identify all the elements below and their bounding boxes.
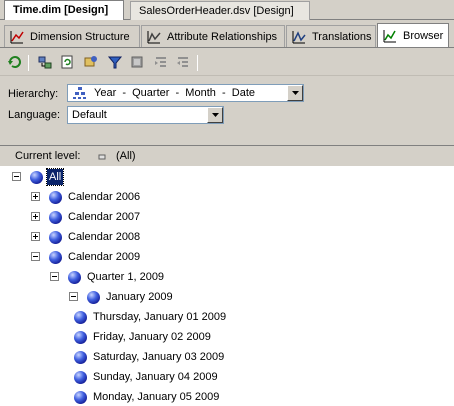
dimension-structure-icon: [9, 29, 25, 45]
tree-node-label[interactable]: Monday, January 05 2009: [91, 389, 221, 405]
translate-icon: [107, 54, 123, 73]
reconnect-icon: [37, 54, 53, 73]
expand-button[interactable]: [152, 54, 170, 72]
language-text: Default: [72, 109, 107, 121]
tree-node[interactable]: Thursday, January 01 2009: [0, 308, 454, 326]
tree-node-label[interactable]: Friday, January 02 2009: [91, 329, 213, 345]
attribute-relationships-icon: [146, 29, 162, 45]
collapse-node-icon[interactable]: [69, 292, 78, 301]
current-level-value: (All): [116, 150, 136, 162]
current-level-bar: Current level: (All): [0, 145, 454, 165]
tab-label: Browser: [403, 30, 444, 42]
member-icon: [74, 331, 87, 344]
hide-empty-icon: [129, 54, 145, 73]
language-value: Default: [68, 109, 207, 121]
toolbar-separator: [28, 55, 29, 71]
tree-node[interactable]: Calendar 2006: [0, 188, 454, 206]
collapse-node-icon[interactable]: [12, 172, 21, 181]
collapse-node-icon[interactable]: [50, 272, 59, 281]
doc-tab-time-dim[interactable]: Time.dim [Design]: [4, 0, 124, 20]
member-tree[interactable]: All Calendar 2006 Calendar 2007 Calendar 20…: [0, 166, 454, 406]
tree-node[interactable]: Saturday, January 03 2009: [0, 348, 454, 366]
tree-node[interactable]: January 2009: [0, 288, 454, 306]
doc-tab-label: Time.dim [Design]: [13, 4, 109, 16]
current-level-label: Current level:: [15, 150, 81, 162]
tree-node[interactable]: All: [0, 168, 454, 186]
translate-button[interactable]: [106, 54, 124, 72]
tree-node[interactable]: Sunday, January 04 2009: [0, 368, 454, 386]
chevron-down-icon: [211, 113, 219, 117]
tab-label: Attribute Relationships: [167, 31, 278, 43]
expand-icon: [153, 54, 169, 73]
doc-tab-label: SalesOrderHeader.dsv [Design]: [139, 5, 294, 17]
filter-members-icon: [83, 54, 99, 73]
divider: [0, 47, 454, 48]
member-icon: [74, 351, 87, 364]
tree-node[interactable]: Calendar 2009: [0, 248, 454, 266]
filter-members-button[interactable]: [82, 54, 100, 72]
process-icon: [7, 54, 23, 73]
level-icon: [98, 152, 106, 164]
tab-translations[interactable]: Translations: [286, 25, 376, 48]
member-icon: [87, 291, 100, 304]
expand-node-icon[interactable]: [31, 212, 40, 221]
toolbar-separator: [197, 55, 198, 71]
tab-attribute-relationships[interactable]: Attribute Relationships: [141, 25, 285, 48]
tree-node[interactable]: Monday, January 05 2009: [0, 388, 454, 406]
hierarchy-dropdown-button[interactable]: [287, 85, 303, 101]
refresh-button[interactable]: [58, 54, 76, 72]
tree-node-label[interactable]: Sunday, January 04 2009: [91, 369, 220, 385]
member-icon: [49, 191, 62, 204]
tree-node-label[interactable]: Saturday, January 03 2009: [91, 349, 226, 365]
language-label: Language:: [8, 109, 60, 121]
collapse-button[interactable]: [174, 54, 192, 72]
tab-label: Dimension Structure: [30, 31, 130, 43]
expand-node-icon[interactable]: [31, 192, 40, 201]
translations-icon: [291, 29, 307, 45]
member-icon: [68, 271, 81, 284]
tree-node-label[interactable]: Calendar 2008: [66, 229, 142, 245]
process-button[interactable]: [6, 54, 24, 72]
hierarchy-text: Year - Quarter - Month - Date: [94, 87, 255, 99]
refresh-icon: [59, 54, 75, 73]
doc-tab-salesorderheader-dsv[interactable]: SalesOrderHeader.dsv [Design]: [130, 1, 310, 20]
language-dropdown-button[interactable]: [207, 107, 223, 123]
tab-label: Translations: [312, 31, 372, 43]
language-dropdown[interactable]: Default: [67, 106, 224, 124]
tab-browser[interactable]: Browser: [377, 23, 449, 48]
chevron-down-icon: [291, 91, 299, 95]
hierarchy-label: Hierarchy:: [8, 88, 59, 100]
member-icon: [30, 171, 43, 184]
hierarchy-value: Year - Quarter - Month - Date: [68, 86, 287, 100]
member-icon: [74, 371, 87, 384]
tree-node[interactable]: Calendar 2007: [0, 208, 454, 226]
hierarchy-icon: [72, 86, 88, 100]
member-icon: [49, 211, 62, 224]
tree-node-label[interactable]: January 2009: [104, 289, 175, 305]
browser-icon: [382, 28, 398, 44]
tree-node-label[interactable]: Quarter 1, 2009: [85, 269, 166, 285]
tab-dimension-structure[interactable]: Dimension Structure: [4, 25, 140, 48]
hierarchy-dropdown[interactable]: Year - Quarter - Month - Date: [67, 84, 304, 102]
expand-node-icon[interactable]: [31, 232, 40, 241]
member-icon: [74, 311, 87, 324]
reconnect-button[interactable]: [36, 54, 54, 72]
member-icon: [49, 251, 62, 264]
tree-node[interactable]: Friday, January 02 2009: [0, 328, 454, 346]
document-tab-strip: Time.dim [Design] SalesOrderHeader.dsv […: [0, 0, 454, 20]
tree-node-label[interactable]: Calendar 2009: [66, 249, 142, 265]
member-icon: [49, 231, 62, 244]
tree-node[interactable]: Quarter 1, 2009: [0, 268, 454, 286]
tree-node-label[interactable]: Calendar 2006: [66, 189, 142, 205]
tree-node[interactable]: Calendar 2008: [0, 228, 454, 246]
member-icon: [74, 391, 87, 404]
designer-tab-strip: Dimension Structure Attribute Relationsh…: [0, 21, 454, 48]
tree-node-label[interactable]: All: [45, 168, 65, 186]
tree-node-label[interactable]: Calendar 2007: [66, 209, 142, 225]
tree-node-label[interactable]: Thursday, January 01 2009: [91, 309, 228, 325]
hide-empty-button[interactable]: [128, 54, 146, 72]
collapse-icon: [175, 54, 191, 73]
browser-toolbar: [0, 50, 454, 76]
collapse-node-icon[interactable]: [31, 252, 40, 261]
